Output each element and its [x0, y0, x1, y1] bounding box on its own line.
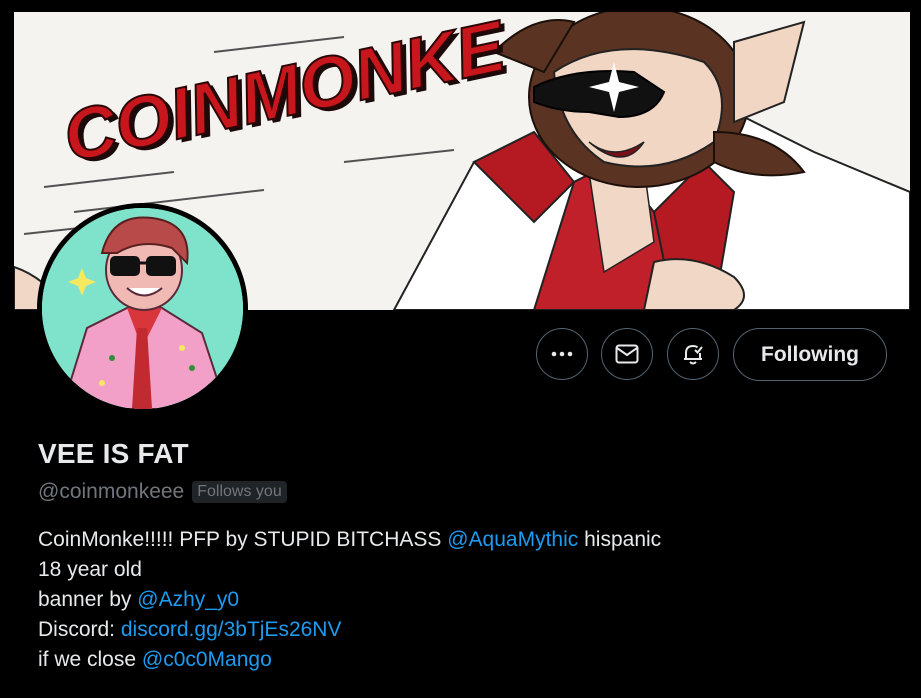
bio-mention-aquamythic[interactable]: @AquaMythic: [447, 528, 578, 551]
bio-line-2: 18 year old: [38, 555, 898, 585]
following-button[interactable]: Following: [733, 328, 887, 381]
window-right-edge: [910, 0, 921, 698]
bio-text: banner by: [38, 588, 138, 611]
more-options-button[interactable]: [536, 328, 588, 380]
bio-line-3: banner by @Azhy_y0: [38, 585, 898, 615]
envelope-icon: [615, 344, 639, 364]
ellipsis-icon: [551, 351, 573, 357]
message-button[interactable]: [601, 328, 653, 380]
notifications-button[interactable]: [667, 328, 719, 380]
bio-text: 18 year old: [38, 558, 142, 581]
avatar[interactable]: [42, 208, 243, 409]
avatar-artwork: [42, 208, 243, 409]
bio-line-4: Discord: discord.gg/3bTjEs26NV: [38, 615, 898, 645]
bio-text: Discord:: [38, 618, 121, 641]
user-handle: @coinmonkeee: [38, 480, 185, 503]
bio-line-5: if we close @c0c0Mango: [38, 645, 898, 675]
bio-mention-c0c0mango[interactable]: @c0c0Mango: [142, 648, 272, 671]
bio-text: CoinMonke!!!!! PFP by STUPID BITCHASS: [38, 528, 448, 551]
bio-text: hispanic: [578, 528, 662, 551]
bio-mention-azhy[interactable]: @Azhy_y0: [137, 588, 239, 611]
bell-check-icon: [684, 344, 703, 365]
handle-row: @coinmonkeee Follows you: [38, 479, 287, 505]
bio-line-1: CoinMonke!!!!! PFP by STUPID BITCHASS @A…: [38, 525, 898, 555]
window-top-edge: [0, 0, 921, 12]
profile-bio: CoinMonke!!!!! PFP by STUPID BITCHASS @A…: [38, 525, 898, 675]
follows-you-badge: Follows you: [192, 481, 287, 503]
bio-discord-link[interactable]: discord.gg/3bTjEs26NV: [121, 618, 342, 641]
bio-text: if we close: [38, 648, 142, 671]
display-name: VEE IS FAT: [38, 438, 189, 469]
following-button-label: Following: [761, 342, 859, 366]
window-left-edge: [0, 0, 14, 698]
